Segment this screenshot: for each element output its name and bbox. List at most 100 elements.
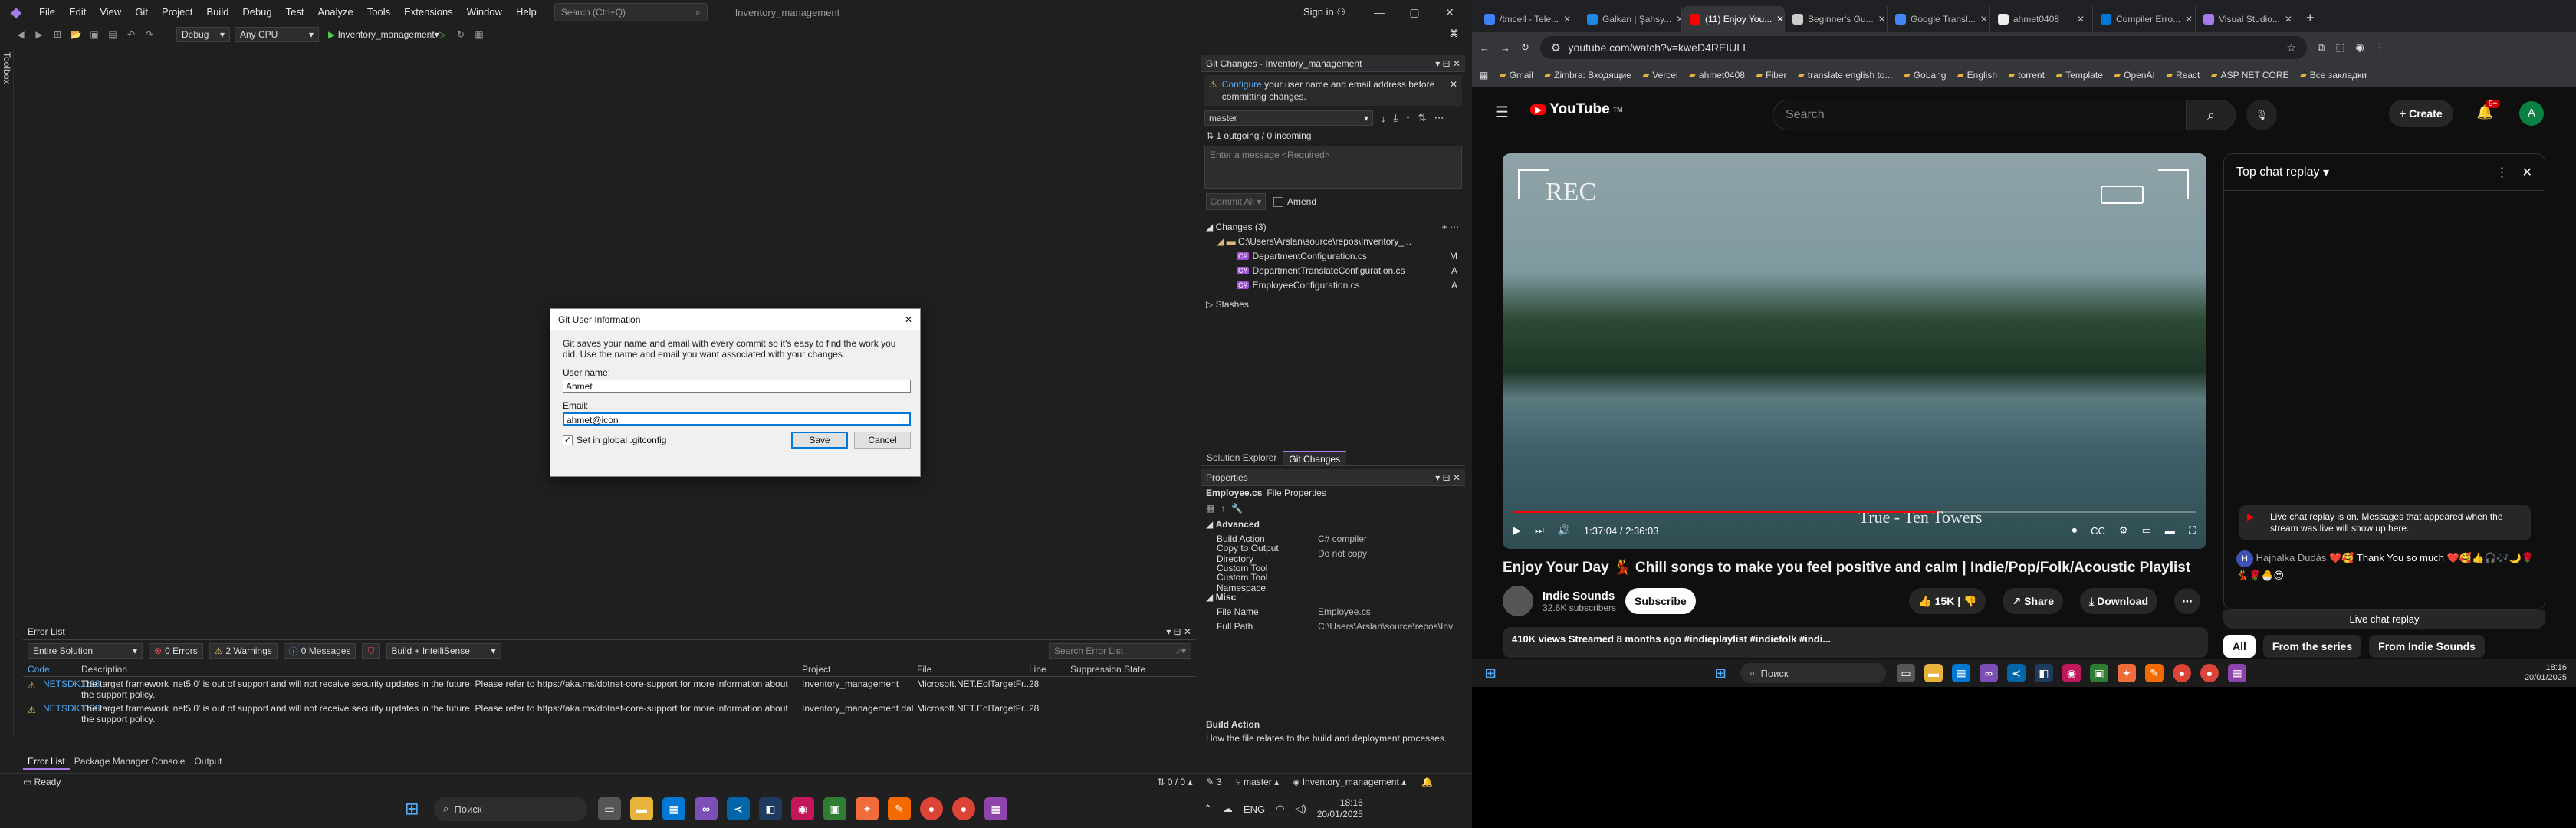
feedback-icon[interactable]: ⌘ bbox=[1449, 28, 1459, 40]
app-icon[interactable]: ▣ bbox=[823, 797, 846, 820]
close-button[interactable]: ✕ bbox=[1432, 0, 1467, 25]
tab-close-icon[interactable]: ✕ bbox=[1563, 14, 1571, 25]
start-icon[interactable]: ⊞ bbox=[1481, 664, 1500, 682]
browser-tab[interactable]: Google Transl... ✕ bbox=[1888, 6, 1990, 32]
tab-close-icon[interactable]: ✕ bbox=[1878, 14, 1886, 25]
menu-file[interactable]: File bbox=[32, 0, 62, 25]
visual-studio-icon[interactable]: ∞ bbox=[1980, 664, 1998, 682]
branch-indicator[interactable]: ⑂ master ▴ bbox=[1236, 777, 1280, 787]
tab-close-icon[interactable]: ✕ bbox=[1676, 14, 1681, 25]
bookmark-item[interactable]: ▰ Fiber bbox=[1756, 70, 1787, 80]
minimize-button[interactable]: — bbox=[1362, 0, 1397, 25]
bookmark-star-icon[interactable]: ☆ bbox=[2286, 41, 2296, 54]
channel-avatar[interactable] bbox=[1503, 586, 1533, 616]
bottom-tab-package-manager-console[interactable]: Package Manager Console bbox=[70, 754, 190, 770]
pull-icon[interactable]: ⤓ bbox=[1394, 112, 1398, 124]
property-row[interactable]: Custom Tool Namespace bbox=[1201, 572, 1465, 593]
column-header[interactable]: Description bbox=[81, 664, 802, 675]
ssms-icon[interactable]: ◧ bbox=[2035, 664, 2053, 682]
tab-close-icon[interactable]: ✕ bbox=[2185, 14, 2193, 25]
chat-close-icon[interactable]: ✕ bbox=[2522, 165, 2532, 180]
wifi-icon[interactable]: ◠ bbox=[1276, 803, 1284, 815]
address-bar[interactable]: ⚙ youtube.com/watch?v=kweD4REIULI ☆ bbox=[1539, 36, 2307, 59]
commit-message-input[interactable]: Enter a message <Required> bbox=[1204, 146, 1462, 189]
configure-link[interactable]: Configure bbox=[1222, 79, 1262, 90]
forward-icon[interactable]: → bbox=[1500, 42, 1510, 54]
changed-file-row[interactable]: C# DepartmentConfiguration.cs M bbox=[1201, 248, 1465, 263]
browser-tab[interactable]: Beginner's Gu... ✕ bbox=[1785, 6, 1888, 32]
browser-tab[interactable]: Compiler Erro... ✕ bbox=[2093, 6, 2196, 32]
filter-chip[interactable]: All bbox=[2223, 635, 2256, 658]
vs-search-input[interactable]: Search (Ctrl+Q) ⌕ bbox=[554, 3, 708, 21]
start-without-debug-icon[interactable]: ▷ bbox=[435, 28, 449, 41]
app-icon[interactable]: ▦ bbox=[2228, 664, 2246, 682]
browser-tab[interactable]: Galkan | Şahsy... ✕ bbox=[1579, 6, 1682, 32]
bookmark-item[interactable]: ▰ ASP NET CORE bbox=[2210, 70, 2288, 80]
sign-in-button[interactable]: Sign in ⚇ bbox=[1303, 0, 1346, 25]
play-icon[interactable]: ▶ bbox=[1513, 524, 1521, 537]
profile-icon[interactable]: ◉ bbox=[2356, 41, 2364, 54]
toolbox-strip[interactable]: Toolbox bbox=[0, 46, 14, 736]
new-tab-icon[interactable]: + bbox=[2298, 10, 2322, 32]
clock[interactable]: 18:16 20/01/2025 bbox=[1317, 797, 1363, 820]
column-header[interactable]: Line bbox=[1029, 664, 1070, 675]
messages-filter-button[interactable]: ⓘ 0 Messages bbox=[283, 643, 356, 659]
errors-filter-button[interactable]: ⊗ 0 Errors bbox=[149, 643, 203, 659]
youtube-search-input[interactable]: Search bbox=[1773, 100, 2187, 130]
next-icon[interactable]: ⏭ bbox=[1535, 524, 1544, 537]
pending-changes-indicator[interactable]: ✎ 3 bbox=[1206, 777, 1221, 787]
hamburger-menu-icon[interactable]: ☰ bbox=[1495, 103, 1509, 122]
video-description[interactable]: 410K views Streamed 8 months ago #indiep… bbox=[1503, 627, 2208, 658]
like-button[interactable]: 👍 15K | 👎 bbox=[1909, 588, 1986, 614]
column-header[interactable]: Code bbox=[23, 664, 81, 675]
app-icon[interactable]: ▣ bbox=[2090, 664, 2108, 682]
categorized-icon[interactable]: ▦ bbox=[1206, 503, 1214, 514]
bookmark-item[interactable]: ▰ English bbox=[1957, 70, 1997, 80]
maximize-button[interactable]: ▢ bbox=[1397, 0, 1432, 25]
branch-select[interactable]: master ▾ bbox=[1204, 110, 1373, 126]
forward-icon[interactable]: ▶ bbox=[32, 28, 46, 41]
property-row[interactable]: Full Path C:\Users\Arslan\source\repos\In… bbox=[1201, 619, 1465, 633]
hot-reload-icon[interactable]: ↻ bbox=[454, 28, 468, 41]
chrome-icon[interactable]: ● bbox=[2200, 664, 2219, 682]
more-actions-icon[interactable]: ⋯ bbox=[2174, 588, 2200, 614]
bookmark-item[interactable]: ▰ Vercel bbox=[1642, 70, 1678, 80]
panel-tab-solution-explorer[interactable]: Solution Explorer bbox=[1201, 451, 1283, 465]
share-button[interactable]: ↗ Share bbox=[2003, 588, 2064, 614]
task-view-icon[interactable]: ▭ bbox=[1897, 664, 1915, 682]
start-icon[interactable]: ⊞ bbox=[400, 797, 423, 820]
chrome-icon[interactable]: ● bbox=[952, 797, 975, 820]
miniplayer-icon[interactable]: ▭ bbox=[2142, 524, 2151, 537]
chrome-icon[interactable]: ● bbox=[2173, 664, 2191, 682]
tray-chevron-icon[interactable]: ⌃ bbox=[1204, 803, 1212, 815]
column-header[interactable]: Project bbox=[802, 664, 917, 675]
sync-icon[interactable]: ⇅ bbox=[1418, 112, 1427, 124]
undo-icon[interactable]: ↶ bbox=[124, 28, 138, 41]
panel-window-controls[interactable]: ▾ ⊟ ✕ bbox=[1435, 58, 1460, 69]
extensions-icon[interactable]: ⬚ bbox=[2335, 41, 2344, 54]
warnings-filter-button[interactable]: ⚠ 2 Warnings bbox=[209, 643, 278, 659]
ssms-icon[interactable]: ◧ bbox=[759, 797, 782, 820]
taskbar-search[interactable]: ⌕ Поиск bbox=[1740, 663, 1886, 683]
bookmark-item[interactable]: ▰ Gmail bbox=[1499, 70, 1533, 80]
stashes-header[interactable]: ▷ Stashes bbox=[1201, 297, 1465, 311]
chat-title[interactable]: Top chat replay bbox=[2236, 166, 2320, 179]
video-player[interactable]: REC True - Ten Towers ▶ ⏭ 🔊 1:37:04 / 2:… bbox=[1503, 153, 2206, 549]
fullscreen-icon[interactable]: ⛶ bbox=[2189, 524, 2196, 537]
browser-tab[interactable]: /tmcell - Tele... ✕ bbox=[1477, 6, 1579, 32]
bottom-tab-output[interactable]: Output bbox=[189, 754, 226, 770]
clock[interactable]: 18:16 20/01/2025 bbox=[2525, 663, 2567, 683]
menu-icon[interactable]: ⋮ bbox=[2375, 41, 2385, 54]
vs-logo-icon[interactable]: ◆ bbox=[8, 4, 25, 21]
task-view-icon[interactable]: ▭ bbox=[598, 797, 621, 820]
property-row[interactable]: File Name Employee.cs bbox=[1201, 604, 1465, 619]
save-button[interactable]: Save bbox=[791, 432, 848, 449]
taskbar-search[interactable]: ⌕ Поиск bbox=[434, 797, 587, 821]
create-button[interactable]: + Create bbox=[2389, 100, 2453, 127]
menu-project[interactable]: Project bbox=[155, 0, 199, 25]
fetch-icon[interactable]: ↓ bbox=[1381, 113, 1386, 124]
vscode-icon[interactable]: ≺ bbox=[727, 797, 750, 820]
filter-toggle-icon[interactable]: ⛉ bbox=[362, 643, 380, 659]
cancel-button[interactable]: Cancel bbox=[854, 432, 911, 449]
store-icon[interactable]: ▦ bbox=[1952, 664, 1970, 682]
